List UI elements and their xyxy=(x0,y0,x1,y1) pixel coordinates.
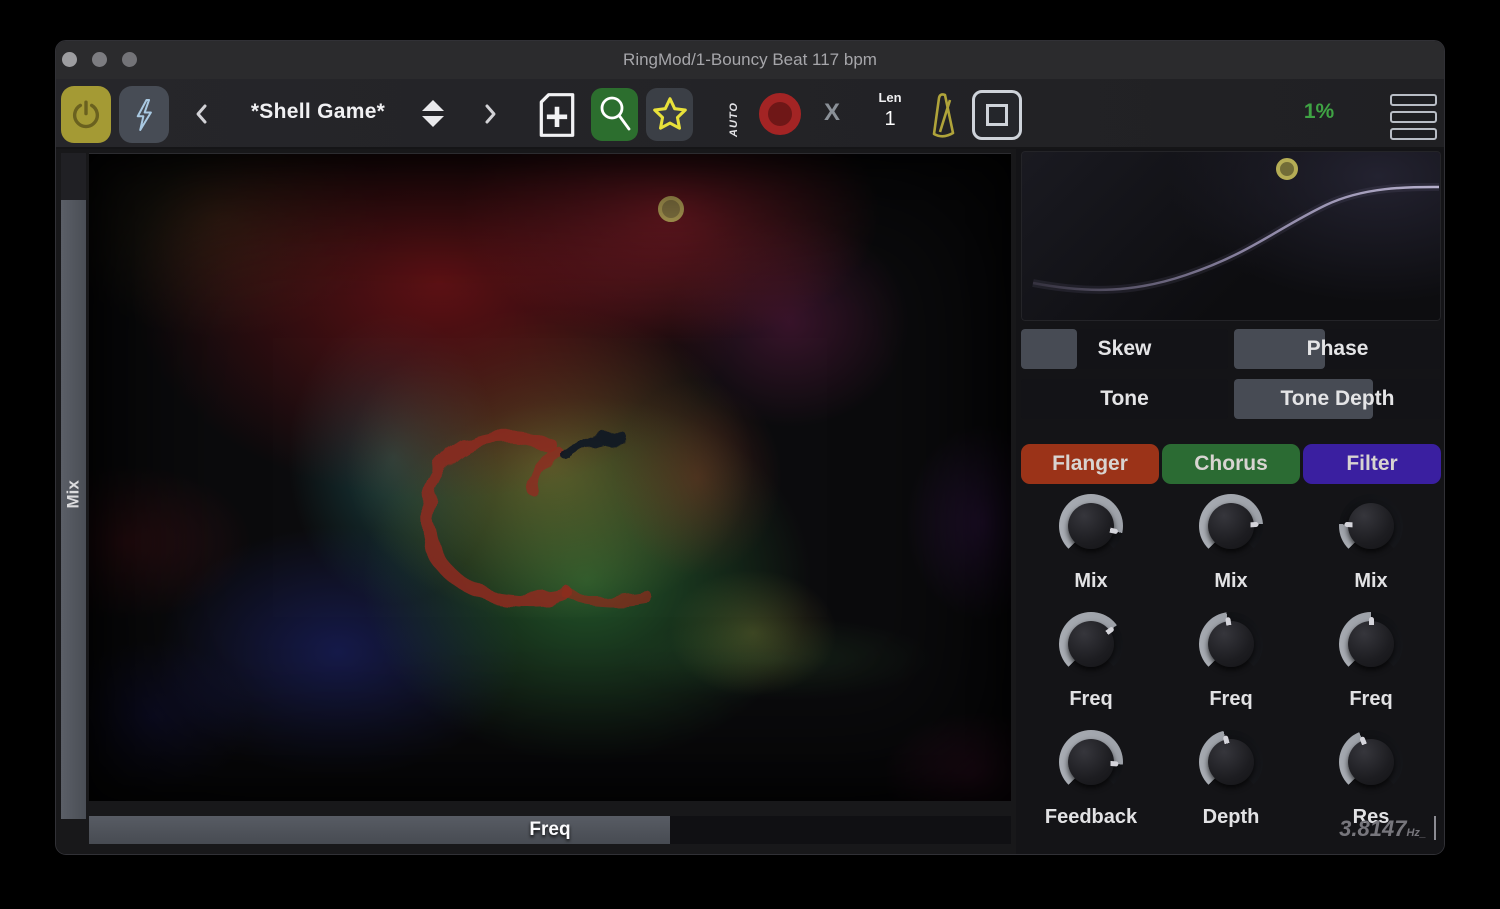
tab-filter[interactable]: Filter xyxy=(1303,444,1441,484)
freq-slider-fill xyxy=(89,816,670,844)
mix-slider[interactable]: Mix xyxy=(61,153,86,819)
previous-preset-button[interactable] xyxy=(189,99,213,129)
curve-marker[interactable] xyxy=(1276,158,1298,180)
flanger-feedback-knob[interactable] xyxy=(1059,730,1123,794)
mix-slider-fill xyxy=(61,200,86,819)
knob-cell: Feedback xyxy=(1021,730,1161,848)
curve-graph xyxy=(1021,151,1441,321)
filter-freq-knob[interactable] xyxy=(1339,612,1403,676)
save-preset-button[interactable] xyxy=(533,88,580,141)
bypass-button[interactable] xyxy=(119,86,169,143)
xy-pad-marker[interactable] xyxy=(658,196,684,222)
power-icon xyxy=(69,98,103,132)
spectral-visualization xyxy=(89,154,1011,802)
len-value[interactable]: 1 xyxy=(870,108,910,131)
power-button[interactable] xyxy=(61,86,111,143)
knob-cell: Mix xyxy=(1021,494,1161,612)
toolbar: *Shell Game* xyxy=(56,79,1444,149)
curve-display[interactable] xyxy=(1021,151,1441,321)
knob-label: Mix xyxy=(1354,570,1387,593)
auto-label[interactable]: AUTO xyxy=(728,91,740,137)
value-readout: 3.8147Hz_ xyxy=(1339,816,1436,842)
menu-bar-icon xyxy=(1390,128,1437,140)
tone-slider[interactable]: Tone xyxy=(1021,379,1228,419)
resize-mode-button[interactable] xyxy=(972,90,1022,140)
browse-presets-button[interactable] xyxy=(591,88,638,141)
knob-label: Freq xyxy=(1069,688,1112,711)
square-icon xyxy=(986,104,1008,126)
freq-slider-label: Freq xyxy=(529,816,570,844)
tab-chorus[interactable]: Chorus xyxy=(1162,444,1300,484)
readout-unit: Hz_ xyxy=(1406,827,1426,839)
star-icon xyxy=(648,93,692,137)
slider-label: Phase xyxy=(1234,329,1441,369)
knob-cell: Freq xyxy=(1161,612,1301,730)
knob-cell: Mix xyxy=(1301,494,1441,612)
slider-label: Tone xyxy=(1021,379,1228,419)
lightning-icon xyxy=(129,97,159,133)
knob-grid: Mix Mix xyxy=(1021,494,1441,848)
length-control[interactable]: Len 1 xyxy=(870,90,910,131)
record-button[interactable] xyxy=(759,93,801,135)
knob-label: Freq xyxy=(1349,688,1392,711)
shape-sliders: Skew Phase Tone Tone Depth xyxy=(1021,329,1441,419)
freq-slider[interactable]: Freq xyxy=(89,816,1011,844)
window-title: RingMod/1-Bouncy Beat 117 bpm xyxy=(56,41,1444,79)
text-cursor xyxy=(1434,816,1436,840)
search-icon xyxy=(595,93,635,137)
knob-label: Feedback xyxy=(1045,806,1137,829)
clear-button[interactable]: X xyxy=(816,99,848,127)
favorite-button[interactable] xyxy=(646,88,693,141)
readout-number: 3.8147 xyxy=(1339,816,1406,841)
cpu-meter: 1% xyxy=(1284,100,1354,124)
knob-label: Mix xyxy=(1074,570,1107,593)
menu-bar-icon xyxy=(1390,111,1437,123)
metronome-icon xyxy=(922,89,964,141)
knob-label: Depth xyxy=(1203,806,1260,829)
file-plus-icon xyxy=(536,91,578,139)
chorus-freq-knob[interactable] xyxy=(1199,612,1263,676)
knob-cell: Freq xyxy=(1021,612,1161,730)
plugin-window: RingMod/1-Bouncy Beat 117 bpm *Shell Gam… xyxy=(55,40,1445,855)
knob-label: Mix xyxy=(1214,570,1247,593)
menu-button[interactable] xyxy=(1390,94,1437,140)
chorus-depth-knob[interactable] xyxy=(1199,730,1263,794)
knob-label: Freq xyxy=(1209,688,1252,711)
skew-slider[interactable]: Skew xyxy=(1021,329,1228,369)
flanger-mix-knob[interactable] xyxy=(1059,494,1123,558)
triangle-down-icon xyxy=(422,116,444,127)
triangle-up-icon xyxy=(422,100,444,111)
main-content: Mix xyxy=(56,149,1444,855)
slider-label: Tone Depth xyxy=(1234,379,1441,419)
mix-slider-label: Mix xyxy=(64,484,84,509)
flanger-freq-knob[interactable] xyxy=(1059,612,1123,676)
metronome-button[interactable] xyxy=(922,89,964,141)
menu-bar-icon xyxy=(1390,94,1437,106)
tone-depth-slider[interactable]: Tone Depth xyxy=(1234,379,1441,419)
tab-flanger[interactable]: Flanger xyxy=(1021,444,1159,484)
filter-res-knob[interactable] xyxy=(1339,730,1403,794)
effect-tabs: Flanger Chorus Filter xyxy=(1021,444,1441,484)
knob-cell: Depth xyxy=(1161,730,1301,848)
len-label: Len xyxy=(870,90,910,105)
chevron-left-icon xyxy=(194,103,208,125)
filter-mix-knob[interactable] xyxy=(1339,494,1403,558)
knob-cell: Mix xyxy=(1161,494,1301,612)
chevron-right-icon xyxy=(484,103,498,125)
next-preset-button[interactable] xyxy=(479,99,503,129)
preset-name[interactable]: *Shell Game* xyxy=(228,100,408,124)
phase-slider[interactable]: Phase xyxy=(1234,329,1441,369)
slider-label: Skew xyxy=(1021,329,1228,369)
right-panel: Skew Phase Tone Tone Depth xyxy=(1016,149,1445,855)
screen: RingMod/1-Bouncy Beat 117 bpm *Shell Gam… xyxy=(0,0,1500,909)
chorus-mix-knob[interactable] xyxy=(1199,494,1263,558)
titlebar[interactable]: RingMod/1-Bouncy Beat 117 bpm xyxy=(56,41,1444,79)
knob-pointer xyxy=(1369,617,1374,644)
preset-list-button[interactable] xyxy=(420,100,446,127)
knob-cell: Freq xyxy=(1301,612,1441,730)
xy-pad[interactable] xyxy=(89,153,1011,801)
